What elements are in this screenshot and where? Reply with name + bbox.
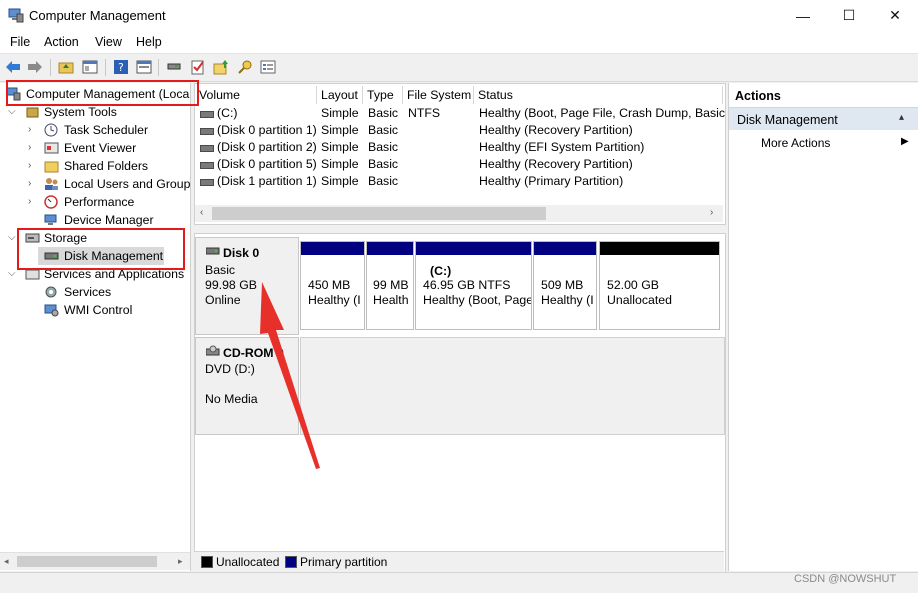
chevron-right-icon[interactable]: › (28, 124, 31, 135)
tree-horizontal-scrollbar[interactable]: ◂ ▸ (0, 552, 190, 570)
toolbar: ? (0, 53, 918, 82)
actions-header: Actions (729, 83, 918, 108)
tree-item-local-users[interactable]: › Local Users and Groups (0, 175, 190, 193)
menu-view[interactable]: View (95, 35, 122, 49)
annotation-arrow (260, 282, 320, 469)
chevron-right-icon[interactable]: › (28, 196, 31, 207)
close-button[interactable]: ✕ (872, 0, 918, 31)
volume-icon (200, 179, 214, 186)
folder-up-icon[interactable] (212, 58, 230, 76)
tree-item-shared-folders[interactable]: › Shared Folders (0, 157, 190, 175)
window-title: Computer Management (29, 8, 166, 23)
column-header-file-system[interactable]: File System (403, 86, 474, 104)
search-key-icon[interactable] (236, 58, 254, 76)
highlight-box-root (6, 80, 199, 106)
legend-swatch-primary (285, 556, 297, 568)
partition-block[interactable]: 509 MB Healthy (I (533, 241, 597, 330)
minimize-button[interactable]: — (780, 0, 826, 31)
chevron-down-icon[interactable]: ⌵ (8, 268, 16, 279)
tree-item-services[interactable]: Services (0, 283, 190, 301)
menu-bar: File Action View Help (0, 31, 918, 53)
column-header-volume[interactable]: Volume (195, 86, 317, 104)
back-arrow-icon[interactable] (4, 58, 22, 76)
actions-pane: Actions Disk Management ▴ More Actions ▶ (728, 83, 918, 571)
view-list-icon[interactable] (259, 58, 277, 76)
menu-file[interactable]: File (10, 35, 30, 49)
chevron-down-icon[interactable]: ⌵ (8, 106, 16, 117)
legend-swatch-unallocated (201, 556, 213, 568)
device-manager-icon (44, 214, 57, 225)
menu-action[interactable]: Action (44, 35, 79, 49)
column-header-status[interactable]: Status (474, 86, 723, 104)
volume-list: Volume Layout Type File System Status (C… (194, 83, 737, 225)
more-actions-item[interactable]: More Actions ▶ (729, 133, 918, 153)
volume-icon (200, 145, 214, 152)
title-bar: Computer Management — ☐ ✕ (0, 0, 918, 31)
connect-icon[interactable] (165, 58, 183, 76)
column-header-layout[interactable]: Layout (317, 86, 363, 104)
tools-icon (26, 107, 39, 118)
submenu-arrow-icon: ▶ (901, 136, 909, 147)
disk-icon (206, 247, 220, 255)
table-row[interactable]: (Disk 0 partition 1) Simple Basic Health… (195, 122, 723, 139)
partition-block-c[interactable]: (C:) 46.95 GB NTFS Healthy (Boot, Page (415, 241, 532, 330)
tree-item-wmi[interactable]: WMI Control (0, 301, 190, 319)
show-hide-tree-icon[interactable] (81, 58, 99, 76)
maximize-button[interactable]: ☐ (826, 0, 872, 31)
table-row[interactable]: (C:) Simple Basic NTFS Healthy (Boot, Pa… (195, 105, 737, 122)
tree-item-task-scheduler[interactable]: › Task Scheduler (0, 121, 190, 139)
actions-section-disk-management[interactable]: Disk Management ▴ (729, 108, 918, 130)
unallocated-block[interactable]: 52.00 GB Unallocated (599, 241, 720, 330)
shared-folder-icon (44, 161, 59, 173)
collapse-icon[interactable]: ▴ (899, 112, 904, 123)
cdrom-empty-area (300, 337, 725, 435)
highlight-box-disk-management (17, 228, 185, 270)
volume-icon (200, 111, 214, 118)
properties-icon[interactable] (135, 58, 153, 76)
svg-text:?: ? (118, 61, 124, 74)
checklist-icon[interactable] (189, 58, 207, 76)
column-header-type[interactable]: Type (363, 86, 403, 104)
users-icon (45, 178, 58, 190)
chevron-right-icon[interactable]: › (28, 142, 31, 153)
list-horizontal-scrollbar[interactable]: ‹ › (195, 205, 723, 222)
gear-icon (45, 286, 57, 298)
event-viewer-icon (44, 142, 59, 154)
table-row[interactable]: (Disk 0 partition 2) Simple Basic Health… (195, 139, 723, 156)
legend: Unallocated Primary partition (194, 551, 724, 572)
volume-icon (200, 162, 214, 169)
volume-icon (200, 128, 214, 135)
status-bar: CSDN @NOWSHUT (0, 572, 918, 593)
up-folder-icon[interactable] (57, 58, 75, 76)
menu-help[interactable]: Help (136, 35, 162, 49)
performance-icon (44, 195, 58, 209)
chevron-right-icon[interactable]: › (28, 160, 31, 171)
table-row[interactable]: (Disk 0 partition 5) Simple Basic Health… (195, 156, 723, 173)
help-icon[interactable]: ? (112, 58, 130, 76)
computer-management-icon (8, 8, 24, 23)
navigation-tree: Computer Management (Local ⌵ System Tool… (0, 83, 191, 571)
partition-block[interactable]: 99 MB Health (366, 241, 414, 330)
cd-drive-icon (206, 345, 220, 356)
table-row[interactable]: (Disk 1 partition 1) Simple Basic Health… (195, 173, 723, 190)
tree-item-performance[interactable]: › Performance (0, 193, 190, 211)
tree-item-device-manager[interactable]: Device Manager (0, 211, 190, 229)
clock-icon (44, 123, 58, 137)
wmi-control-icon (44, 304, 59, 317)
tree-item-event-viewer[interactable]: › Event Viewer (0, 139, 190, 157)
forward-arrow-icon[interactable] (26, 58, 44, 76)
chevron-down-icon[interactable]: ⌵ (8, 232, 16, 243)
chevron-right-icon[interactable]: › (28, 178, 31, 189)
